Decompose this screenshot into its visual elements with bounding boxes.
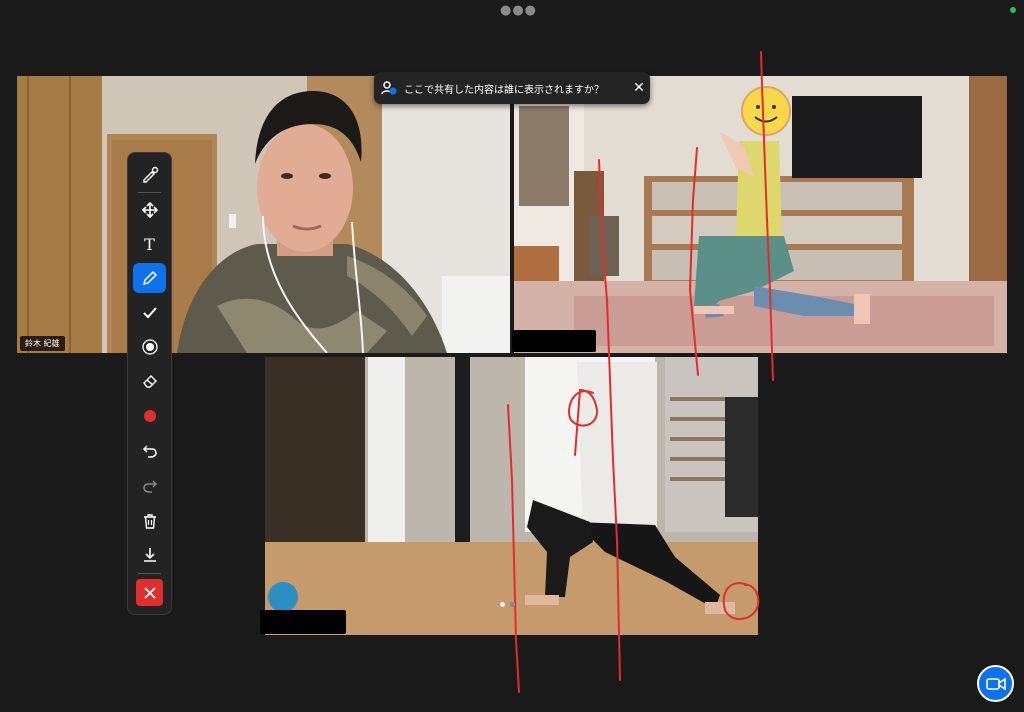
toolbar-divider — [138, 192, 161, 193]
page-dot[interactable] — [500, 602, 505, 607]
active-speaker-video-frame — [514, 76, 1007, 353]
select-tool-button[interactable] — [133, 195, 166, 225]
eraser-tool-button[interactable] — [133, 366, 166, 396]
video-tile-active-speaker[interactable] — [514, 76, 1007, 353]
participant-name-label — [260, 610, 346, 634]
spotlight-tool-button[interactable] — [133, 332, 166, 362]
checkmark-icon — [142, 307, 157, 319]
stamp-tool-button[interactable] — [133, 298, 166, 328]
page-dot[interactable] — [510, 602, 515, 607]
redo-button[interactable] — [133, 471, 166, 501]
recording-status-dot — [1010, 7, 1016, 13]
more-options-icon[interactable]: ●●● — [500, 3, 537, 18]
suzuki-video-frame — [17, 76, 510, 353]
clear-button[interactable] — [133, 506, 166, 536]
download-icon — [143, 548, 156, 562]
close-icon — [143, 586, 156, 599]
participant-video-frame — [265, 357, 758, 635]
share-visibility-notice[interactable]: ここで共有した内容は誰に表示されますか？ ✕ — [374, 72, 650, 104]
trash-icon — [143, 514, 156, 529]
annotation-toolbar: T — [127, 152, 172, 615]
close-annotation-button[interactable] — [136, 579, 163, 606]
spotlight-icon — [141, 339, 158, 355]
participant-info-icon — [374, 80, 404, 96]
pencil-icon — [142, 270, 157, 286]
toolbar-divider — [138, 573, 161, 574]
video-camera-icon — [985, 677, 1006, 690]
text-tool-button[interactable]: T — [133, 229, 166, 259]
color-dot-icon — [143, 410, 156, 422]
undo-button[interactable] — [133, 436, 166, 466]
pen-settings-icon — [142, 166, 158, 183]
draw-tool-button[interactable] — [133, 263, 166, 293]
save-button[interactable] — [133, 540, 166, 570]
redo-icon — [142, 480, 157, 493]
move-arrows-icon — [141, 202, 158, 218]
notice-text: ここで共有した内容は誰に表示されますか？ — [404, 84, 604, 96]
video-tile-participant[interactable] — [265, 357, 758, 635]
video-tile-suzuki[interactable] — [17, 76, 510, 353]
color-picker-button[interactable] — [133, 401, 166, 431]
format-tool-button[interactable] — [133, 160, 166, 190]
text-icon: T — [144, 234, 155, 254]
video-toggle-button[interactable] — [977, 665, 1014, 702]
eraser-icon — [142, 375, 157, 388]
close-notice-button[interactable]: ✕ — [628, 80, 650, 96]
gallery-page-indicator[interactable] — [500, 602, 515, 607]
participant-name-label — [512, 330, 596, 352]
undo-icon — [142, 445, 157, 458]
participant-name-label: 鈴木 紀雄 — [20, 336, 65, 351]
